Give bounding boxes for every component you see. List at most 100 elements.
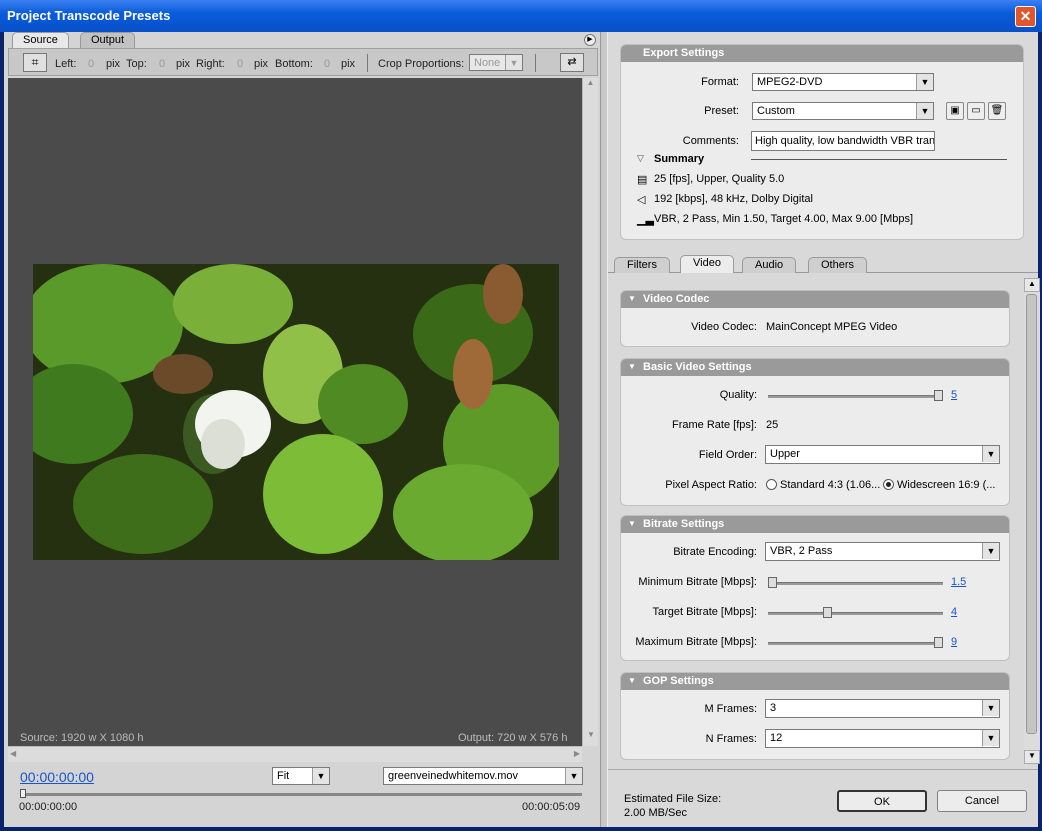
max-bitrate-label: Maximum Bitrate [Mbps]: xyxy=(635,636,757,648)
preview-horizontal-scrollbar[interactable]: ◀ ▶ xyxy=(8,746,582,762)
target-bitrate-label: Target Bitrate [Mbps]: xyxy=(652,606,757,618)
video-codec-header[interactable]: ▼ Video Codec xyxy=(621,291,1009,308)
field-order-select[interactable]: Upper ▼ xyxy=(765,445,1000,464)
video-preview: Source: 1920 w X 1080 h Output: 720 w X … xyxy=(8,78,582,746)
zoom-value: Fit xyxy=(277,770,290,782)
crop-icon[interactable]: ⌗ xyxy=(23,53,47,72)
tab-audio[interactable]: Audio xyxy=(742,257,797,273)
source-tabs: Source Output ▶ xyxy=(8,32,598,48)
output-preview-icon[interactable]: ⇄ xyxy=(560,53,584,72)
min-bitrate-label: Minimum Bitrate [Mbps]: xyxy=(638,576,757,588)
par-widescreen-label[interactable]: Widescreen 16:9 (... xyxy=(897,479,995,491)
collapse-icon: ▼ xyxy=(628,519,636,528)
par-standard-label[interactable]: Standard 4:3 (1.06... xyxy=(780,479,880,491)
tab-source[interactable]: Source xyxy=(12,32,69,48)
max-bitrate-slider-thumb[interactable] xyxy=(934,637,943,648)
tab-video[interactable]: Video xyxy=(680,255,734,273)
par-standard-radio[interactable] xyxy=(766,479,777,490)
min-bitrate-value[interactable]: 1.5 xyxy=(951,576,966,588)
preview-frame-image xyxy=(33,264,559,560)
playhead-marker[interactable] xyxy=(20,789,26,798)
settings-scrollbar[interactable]: ▲ ▼ xyxy=(1024,278,1040,764)
target-bitrate-slider-thumb[interactable] xyxy=(822,607,832,618)
collapse-icon: ▼ xyxy=(628,362,636,371)
n-frames-select[interactable]: 12 ▼ xyxy=(765,729,1000,748)
preset-value: Custom xyxy=(757,105,795,117)
tab-others[interactable]: Others xyxy=(808,257,868,273)
delete-preset-icon[interactable]: 🗑 xyxy=(988,102,1006,120)
chevron-down-icon: ▼ xyxy=(312,768,329,784)
timeline-end: 00:00:05:09 xyxy=(522,801,581,813)
bitrate-header[interactable]: ▼ Bitrate Settings xyxy=(621,516,1009,533)
m-frames-label: M Frames: xyxy=(704,703,757,715)
quality-value[interactable]: 5 xyxy=(951,389,957,401)
gop-header[interactable]: ▼ GOP Settings xyxy=(621,673,1009,690)
summary-collapse-icon[interactable]: ▽ xyxy=(637,153,644,164)
crop-bottom-value[interactable]: 0 xyxy=(324,58,330,70)
summary-label: Summary xyxy=(654,153,705,165)
quality-label: Quality: xyxy=(719,389,757,401)
pane-splitter[interactable] xyxy=(600,32,608,827)
tab-filters[interactable]: Filters xyxy=(614,257,670,273)
crop-top-value[interactable]: 0 xyxy=(159,58,165,70)
crop-left-label: Left: xyxy=(55,58,77,70)
file-size-value: 2.00 MB/Sec xyxy=(624,807,687,819)
max-bitrate-slider[interactable] xyxy=(768,642,943,645)
crop-bottom-unit: pix xyxy=(341,58,356,70)
format-label: Format: xyxy=(701,76,739,88)
import-preset-icon[interactable]: ▭ xyxy=(967,102,985,120)
chevron-down-icon: ▼ xyxy=(916,103,933,119)
scroll-down-icon[interactable]: ▼ xyxy=(1024,750,1040,764)
crop-right-value[interactable]: 0 xyxy=(237,58,243,70)
cancel-button[interactable]: Cancel xyxy=(937,790,1027,812)
scrollbar-thumb[interactable] xyxy=(1026,294,1037,734)
par-widescreen-radio[interactable] xyxy=(883,479,894,490)
basic-video-header[interactable]: ▼ Basic Video Settings xyxy=(621,359,1009,376)
scroll-down-icon[interactable]: ▼ xyxy=(583,730,599,746)
save-preset-icon[interactable]: ▣ xyxy=(946,102,964,120)
chevron-down-icon: ▼ xyxy=(982,730,999,746)
crop-proportions-select[interactable]: None ▼ xyxy=(469,54,523,71)
preset-select[interactable]: Custom ▼ xyxy=(752,102,934,120)
target-bitrate-value[interactable]: 4 xyxy=(951,606,957,618)
gop-panel: ▼ GOP Settings M Frames: 3 ▼ N Frames: 12… xyxy=(620,672,1010,760)
bitrate-encoding-value: VBR, 2 Pass xyxy=(770,545,833,557)
window-title: Project Transcode Presets xyxy=(7,8,171,23)
quality-slider-thumb[interactable] xyxy=(934,390,943,401)
toolbar-divider xyxy=(367,54,368,72)
crop-right-unit: pix xyxy=(254,58,269,70)
scroll-up-icon[interactable]: ▲ xyxy=(1024,278,1040,292)
clip-select[interactable]: greenveinedwhitemov.mov ▼ xyxy=(383,767,583,785)
crop-left-value[interactable]: 0 xyxy=(88,58,94,70)
format-select[interactable]: MPEG2-DVD ▼ xyxy=(752,73,934,91)
preview-vertical-scrollbar[interactable]: ▲ ▼ xyxy=(582,78,598,746)
target-bitrate-slider[interactable] xyxy=(768,612,943,615)
scroll-up-icon[interactable]: ▲ xyxy=(583,78,598,94)
m-frames-select[interactable]: 3 ▼ xyxy=(765,699,1000,718)
max-bitrate-value[interactable]: 9 xyxy=(951,636,957,648)
scroll-right-icon[interactable]: ▶ xyxy=(574,749,580,758)
close-icon[interactable]: ✕ xyxy=(1015,6,1036,27)
crop-left-unit: pix xyxy=(106,58,121,70)
summary-bitrate: VBR, 2 Pass, Min 1.50, Target 4.00, Max … xyxy=(654,213,914,225)
title-bar: Project Transcode Presets ✕ xyxy=(0,0,1042,32)
zoom-select[interactable]: Fit ▼ xyxy=(272,767,330,785)
toolbar-divider xyxy=(535,54,536,72)
collapse-icon: ▼ xyxy=(628,294,636,303)
min-bitrate-slider-thumb[interactable] xyxy=(768,577,777,588)
bitrate-encoding-select[interactable]: VBR, 2 Pass ▼ xyxy=(765,542,1000,561)
comments-input[interactable]: High quality, low bandwidth VBR tran xyxy=(751,131,935,151)
timeline-track[interactable] xyxy=(20,793,582,796)
ok-button[interactable]: OK xyxy=(837,790,927,812)
export-settings-header: Export Settings xyxy=(621,45,1023,62)
framerate-label: Frame Rate [fps]: xyxy=(672,419,757,431)
n-frames-label: N Frames: xyxy=(705,733,757,745)
tab-output[interactable]: Output xyxy=(80,32,136,48)
current-timecode[interactable]: 00:00:00:00 xyxy=(20,769,94,785)
scroll-left-icon[interactable]: ◀ xyxy=(10,749,16,758)
crop-proportions-value: None xyxy=(474,57,501,69)
quality-slider[interactable] xyxy=(768,395,943,398)
export-settings-panel: Export Settings Format: MPEG2-DVD ▼ Pres… xyxy=(620,44,1024,240)
min-bitrate-slider[interactable] xyxy=(768,582,943,585)
panel-menu-icon[interactable]: ▶ xyxy=(584,34,596,46)
